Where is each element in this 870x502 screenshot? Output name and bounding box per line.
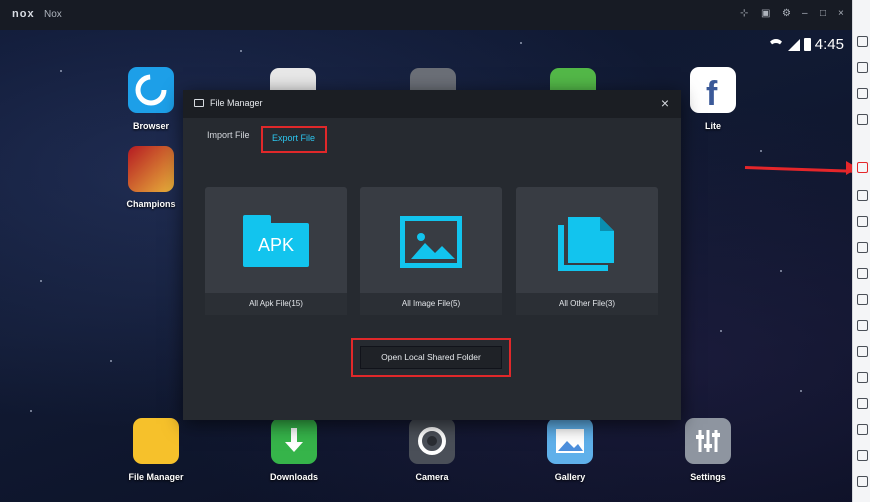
window-titlebar: nox Nox ⊹ ▣ ⚙ – □ ×	[0, 0, 852, 30]
file-manager-app-icon[interactable]	[133, 418, 179, 464]
minimize-icon[interactable]: –	[802, 8, 808, 19]
back-icon[interactable]	[857, 424, 868, 435]
image-files-label: All Image File(5)	[360, 293, 502, 315]
nox-logo: nox	[12, 8, 35, 20]
settings-app-icon[interactable]	[685, 418, 731, 464]
camera-app-icon[interactable]	[409, 418, 455, 464]
tab-import-file[interactable]: Import File	[207, 130, 250, 140]
toolbar-icon[interactable]	[857, 36, 868, 47]
volume-up-icon[interactable]	[857, 216, 868, 227]
status-bar: 4:45	[767, 36, 844, 53]
other-files-label: All Other File(3)	[516, 293, 658, 315]
settings-app-label: Settings	[690, 472, 726, 482]
documents-icon	[554, 215, 620, 271]
svg-text:f: f	[706, 75, 718, 113]
gallery-app-label: Gallery	[554, 472, 586, 482]
file-manager-dialog: File Manager × Import File Export File A…	[183, 90, 681, 420]
apk-folder-icon: APK	[243, 215, 309, 267]
emulator-sidebar	[852, 0, 870, 502]
champions-app-icon[interactable]	[128, 146, 174, 192]
recent-apps-icon[interactable]	[857, 476, 868, 487]
screen-icon[interactable]: ▣	[761, 8, 770, 19]
downloads-app-label: Downloads	[269, 472, 318, 482]
signal-icon	[787, 38, 800, 51]
toolbar-icon[interactable]	[857, 268, 868, 279]
home-icon[interactable]	[857, 450, 868, 461]
maximize-icon[interactable]: □	[820, 8, 826, 19]
dialog-header: File Manager ×	[183, 90, 681, 118]
camera-app-label: Camera	[415, 472, 449, 482]
toolbar-icon[interactable]	[857, 294, 868, 305]
toolbar-icon[interactable]	[857, 88, 868, 99]
downloads-app-icon[interactable]	[271, 418, 317, 464]
shared-folder-highlight: Open Local Shared Folder	[351, 338, 511, 377]
toolbar-icon[interactable]	[857, 320, 868, 331]
toolbar-icon[interactable]	[857, 114, 868, 125]
settings-icon[interactable]: ⚙	[782, 8, 791, 19]
wifi-icon	[767, 38, 784, 51]
toolbar-icon[interactable]	[857, 398, 868, 409]
file-manager-app-label: File Manager	[128, 472, 184, 482]
clock: 4:45	[814, 36, 844, 53]
toolbar-icon[interactable]	[857, 62, 868, 73]
apk-files-label: All Apk File(15)	[205, 293, 347, 315]
other-files-card[interactable]: All Other File(3)	[516, 187, 658, 315]
image-files-card[interactable]: All Image File(5)	[360, 187, 502, 315]
gallery-app-icon[interactable]	[547, 418, 593, 464]
dialog-title: File Manager	[210, 98, 263, 108]
apk-icon-text: APK	[243, 223, 309, 267]
facebook-lite-app-icon[interactable]: f	[690, 67, 736, 113]
close-window-icon[interactable]: ×	[838, 8, 844, 19]
file-manager-toolbar-icon[interactable]	[857, 162, 868, 173]
toolbar-icon[interactable]	[857, 372, 868, 383]
toolbar-icon[interactable]	[857, 190, 868, 201]
window-title: Nox	[44, 9, 62, 20]
apk-files-card[interactable]: APK All Apk File(15)	[205, 187, 347, 315]
pin-icon[interactable]: ⊹	[740, 8, 748, 19]
close-icon[interactable]: ×	[661, 95, 669, 111]
tab-export-file[interactable]: Export File	[261, 126, 327, 153]
open-shared-folder-button[interactable]: Open Local Shared Folder	[360, 346, 502, 369]
monitor-icon	[194, 99, 204, 107]
image-icon	[400, 216, 462, 268]
volume-down-icon[interactable]	[857, 242, 868, 253]
toolbar-icon[interactable]	[857, 346, 868, 357]
battery-icon	[803, 38, 811, 51]
browser-app-icon[interactable]	[128, 67, 174, 113]
